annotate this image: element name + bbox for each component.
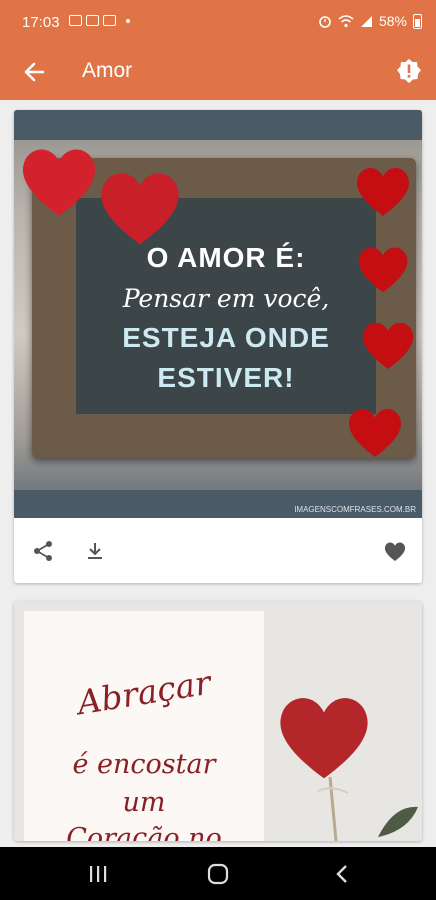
alarm-icon xyxy=(319,16,331,28)
gallery-icon xyxy=(86,15,99,26)
quote-line-2: Pensar em você, xyxy=(122,284,330,313)
card-actions xyxy=(14,518,422,583)
fabric-heart-icon xyxy=(22,149,96,216)
share-icon xyxy=(34,541,52,561)
candle-heart-icon xyxy=(358,247,408,293)
image-card: O AMOR É: Pensar em você, ESTEJA ONDE ES… xyxy=(14,110,422,583)
quote-line-2: é encostar xyxy=(72,749,216,780)
back-button[interactable] xyxy=(18,56,50,88)
quote-panel: Abraçar é encostar um Coração no xyxy=(24,611,264,841)
denim-background-top xyxy=(14,110,422,140)
recents-icon xyxy=(90,866,107,882)
sim-icon xyxy=(69,15,82,26)
quote-line-3: ESTEJA ONDE xyxy=(122,322,330,353)
fabric-heart-icon xyxy=(101,173,179,245)
candle-heart-icon xyxy=(362,322,414,369)
home-button[interactable] xyxy=(203,859,233,889)
recents-button[interactable] xyxy=(83,859,113,889)
download-button[interactable] xyxy=(80,536,110,566)
home-icon xyxy=(207,863,229,885)
felt-heart-icon xyxy=(280,698,368,779)
youtube-icon xyxy=(103,15,116,26)
quote-line-4: Coração no xyxy=(66,823,222,841)
more-notifications-dot xyxy=(126,19,130,23)
hug-quote-image[interactable]: Abraçar é encostar um Coração no xyxy=(14,601,422,841)
nav-back-button[interactable] xyxy=(327,859,357,889)
love-quote-image[interactable]: O AMOR É: Pensar em você, ESTEJA ONDE ES… xyxy=(14,110,422,518)
wifi-icon xyxy=(338,14,354,27)
image-card: Abraçar é encostar um Coração no xyxy=(14,601,422,841)
status-time: 17:03 xyxy=(22,14,60,31)
status-system-icons: 58% xyxy=(318,13,422,29)
system-nav-bar xyxy=(0,847,436,900)
battery-percent: 58% xyxy=(378,13,407,29)
download-icon xyxy=(88,543,102,559)
battery-icon xyxy=(413,13,422,29)
alert-icon xyxy=(397,59,421,83)
signal-icon xyxy=(360,15,372,27)
status-notification-icons xyxy=(69,15,130,26)
quote-line-4: ESTIVER! xyxy=(157,362,295,393)
image-watermark: IMAGENSCOMFRASES.COM.BR xyxy=(294,505,416,514)
page-title: Amor xyxy=(82,59,133,82)
report-button[interactable] xyxy=(394,56,424,86)
app-bar: Amor xyxy=(0,44,436,100)
heart-stick xyxy=(317,777,349,841)
quote-line-1: Abraçar xyxy=(74,662,214,723)
candle-heart-icon xyxy=(357,168,409,216)
back-icon xyxy=(336,865,347,883)
arrow-left-icon xyxy=(24,62,45,82)
status-bar: 17:03 58% xyxy=(0,0,436,44)
candle-heart-icon xyxy=(349,409,401,457)
quote-line-3: um xyxy=(122,787,166,818)
share-button[interactable] xyxy=(28,536,58,566)
favorite-button[interactable] xyxy=(380,536,410,566)
leaf-decoration xyxy=(378,806,418,837)
favorite-icon xyxy=(384,542,406,561)
